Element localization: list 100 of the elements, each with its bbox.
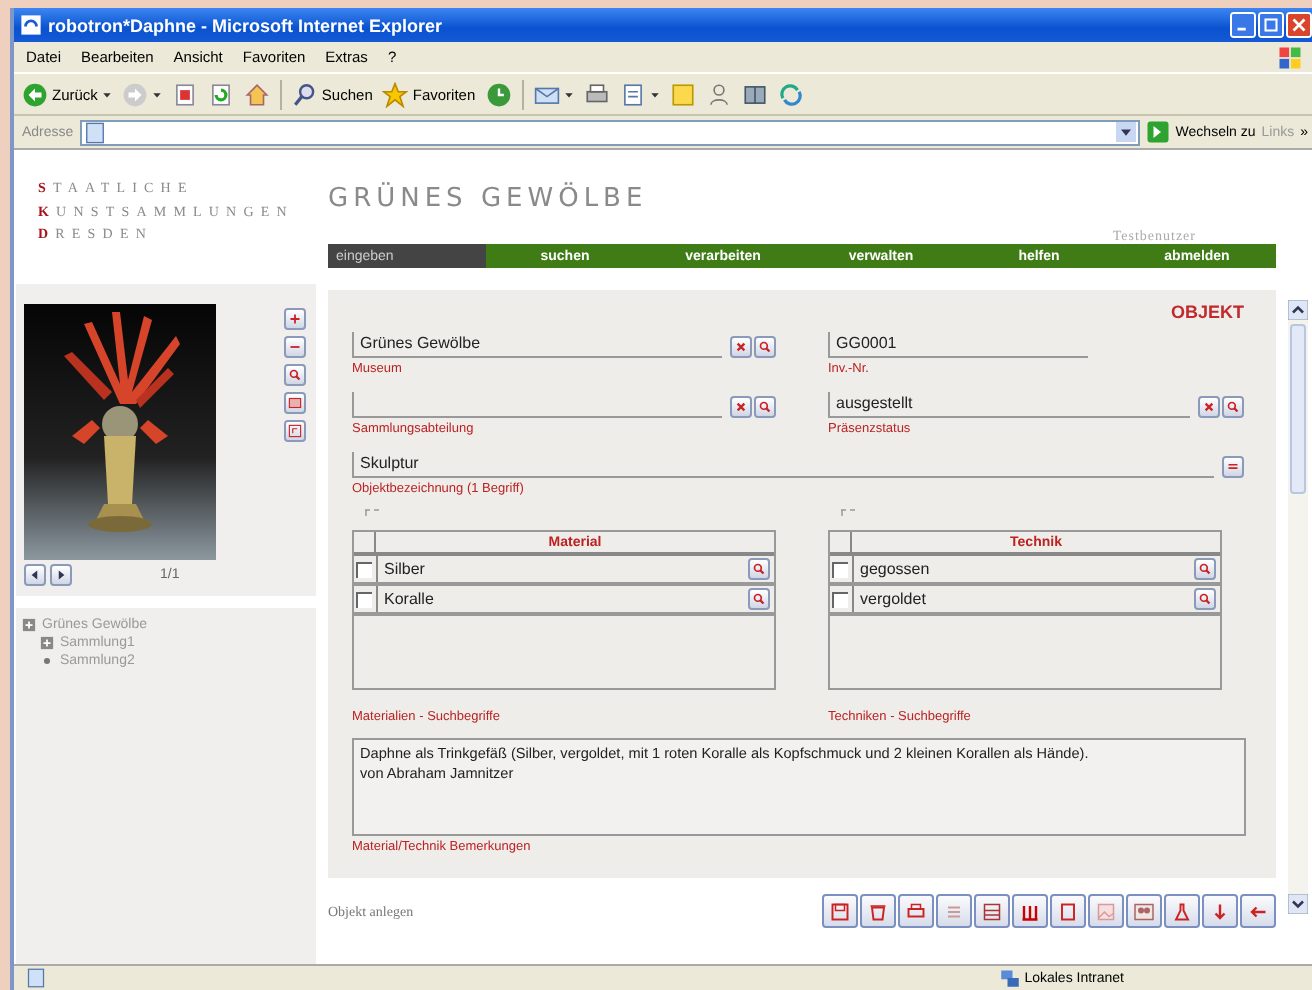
person-button[interactable] [705,81,732,107]
search-icon [291,81,318,107]
document-button[interactable] [619,81,660,107]
list-button[interactable] [1222,456,1244,478]
close-icon[interactable] [1286,12,1312,38]
windows-flag-icon [1276,43,1304,71]
stop-icon [171,81,198,107]
maximize-icon[interactable] [1258,12,1284,38]
sync-button[interactable] [777,81,804,107]
book-button[interactable] [741,81,768,107]
search-icon [1196,590,1214,608]
book-icon [741,81,768,107]
checkbox[interactable] [356,591,372,607]
search-icon [756,398,774,416]
previous-button[interactable] [24,563,46,585]
input-field[interactable]: Grünes Gewölbe [352,332,722,358]
plus-icon [285,310,303,328]
expand-icon[interactable] [40,636,54,650]
search-button[interactable] [748,588,770,610]
clear-button[interactable] [730,336,752,358]
clock-button[interactable] [485,81,512,107]
search-icon [750,590,768,608]
trash-icon [866,899,890,923]
input-field[interactable] [352,392,722,418]
checkbox[interactable] [356,561,372,577]
sync-icon [777,81,804,107]
next-button[interactable] [50,563,72,585]
scroll-up-icon[interactable] [1288,300,1308,320]
left-arrow-button[interactable] [1240,894,1276,928]
network-icon [1000,968,1021,988]
search-icon [750,560,768,578]
list-button[interactable] [936,894,972,928]
film-button[interactable] [283,392,305,414]
back-arrow-icon [22,81,48,107]
clear-button[interactable] [1198,396,1220,418]
scroll-down-icon[interactable] [1288,894,1308,914]
caret-icon [151,89,162,99]
clear-button[interactable] [730,396,752,418]
person-icon [705,81,732,107]
film-icon [285,394,303,412]
input-field[interactable]: Skulptur [352,452,1214,478]
close-icon [732,398,750,416]
people-button[interactable] [1126,894,1162,928]
image-icon [1094,899,1118,923]
search-button[interactable] [1194,558,1216,580]
flask-icon [1170,899,1194,923]
printer-icon [904,899,928,923]
refresh-button[interactable] [207,81,234,107]
form-icon [980,899,1004,923]
page-icon [20,14,42,36]
save-button[interactable] [822,894,858,928]
printer-button[interactable] [898,894,934,928]
trash-button[interactable] [860,894,896,928]
document-button[interactable] [1050,894,1086,928]
save-icon [828,899,852,923]
caret-icon [649,89,660,99]
zoom-button[interactable] [283,364,305,386]
page-heading: GRÜNES GEWÖLBE [328,184,648,214]
document-icon [1056,899,1080,923]
input-field[interactable]: ausgestellt [828,392,1190,418]
document-icon [619,81,646,107]
search-icon [285,366,303,384]
bullet-icon [40,654,54,668]
search-icon [1224,398,1242,416]
window-title: robotron*Daphne - Microsoft Internet Explorer [48,15,445,35]
scrollbar-thumb[interactable] [1290,324,1306,494]
search-icon [756,338,774,356]
minimize-icon[interactable] [1230,12,1256,38]
page-icon [26,968,46,988]
rotate-icon [285,422,303,440]
image-button[interactable] [1088,894,1124,928]
checkbox[interactable] [832,561,848,577]
flask-button[interactable] [1164,894,1200,928]
people-icon [1132,899,1156,923]
expand-icon[interactable] [22,618,36,632]
address-field[interactable] [79,119,1140,145]
zoom-out-button[interactable] [283,336,305,358]
search-button[interactable] [748,558,770,580]
input-field[interactable]: GG0001 [828,332,1088,358]
scrollbar[interactable] [1288,300,1308,914]
printer-button[interactable] [583,81,610,107]
stop-button[interactable] [171,81,198,107]
zoom-in-button[interactable] [283,308,305,330]
search-icon [1196,560,1214,578]
search-button[interactable] [1222,396,1244,418]
search-button[interactable] [754,336,776,358]
close-icon [1200,398,1218,416]
refresh-icon [207,81,234,107]
home-button[interactable] [243,81,270,107]
form-button[interactable] [974,894,1010,928]
printer-icon [583,81,610,107]
star-icon [382,81,409,107]
columns-button[interactable] [1012,894,1048,928]
caret-icon [563,89,574,99]
checkbox[interactable] [832,591,848,607]
search-button[interactable] [754,396,776,418]
note-icon [669,81,696,107]
search-button[interactable] [1194,588,1216,610]
rotate-button[interactable] [283,420,305,442]
down-arrow-button[interactable] [1202,894,1238,928]
